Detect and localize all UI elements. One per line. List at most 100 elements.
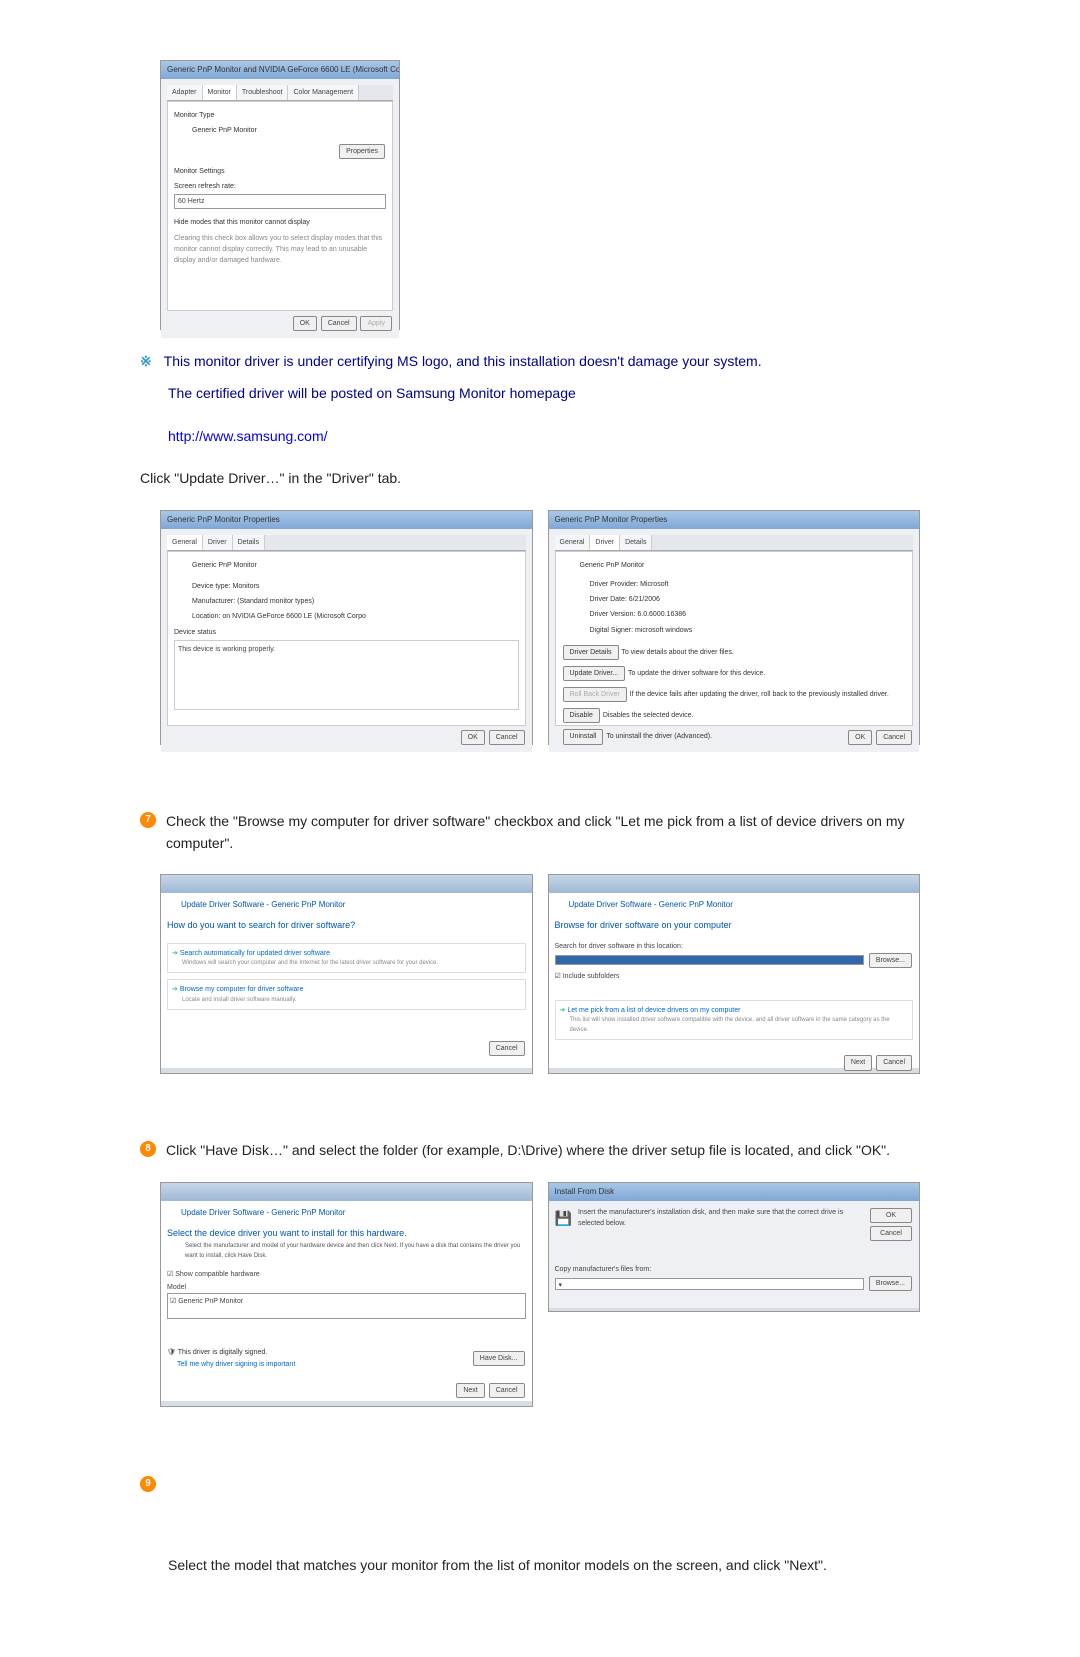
tab-color-management[interactable]: Color Management xyxy=(288,85,359,100)
wizard-heading: Select the device driver you want to ins… xyxy=(167,1226,526,1240)
driver-details-button[interactable]: Driver Details xyxy=(563,645,619,660)
properties-driver-dialog: Generic PnP Monitor Properties General D… xyxy=(548,510,921,745)
wizard-desc: Select the manufacturer and model of you… xyxy=(167,1242,526,1261)
note-marker: ※ xyxy=(140,350,154,372)
uninstall-desc: To uninstall the driver (Advanced). xyxy=(606,733,712,740)
dialog-tabs: Adapter Monitor Troubleshoot Color Manag… xyxy=(167,85,393,101)
tab-troubleshoot[interactable]: Troubleshoot xyxy=(237,85,289,100)
details-desc: To view details about the driver files. xyxy=(621,649,733,656)
hide-modes-desc: Clearing this check box allows you to se… xyxy=(174,231,386,269)
model-label: Model xyxy=(167,1282,526,1293)
tab-driver[interactable]: Driver xyxy=(590,535,620,550)
rollback-button[interactable]: Roll Back Driver xyxy=(563,687,627,702)
step-number-7: 7 xyxy=(140,812,156,828)
wizard-search-dialog: Update Driver Software - Generic PnP Mon… xyxy=(160,874,533,1074)
search-location-label: Search for driver software in this locat… xyxy=(555,941,914,952)
install-from-disk-dialog: Install From Disk 💾 Insert the manufactu… xyxy=(548,1182,921,1312)
browse-button[interactable]: Browse... xyxy=(869,1276,912,1291)
location-value: on NVIDIA GeForce 6600 LE (Microsoft Cor… xyxy=(222,613,366,620)
window-title: Generic PnP Monitor Properties xyxy=(161,511,532,529)
date-value: 6/21/2006 xyxy=(629,596,660,603)
window-title: Generic PnP Monitor Properties xyxy=(549,511,920,529)
opt-auto-search[interactable]: Search automatically for updated driver … xyxy=(180,950,330,957)
device-status-box: This device is working properly. xyxy=(174,640,519,710)
location-input[interactable] xyxy=(555,955,864,965)
wizard-heading: Browse for driver software on your compu… xyxy=(555,918,914,932)
ok-button[interactable]: OK xyxy=(461,730,485,745)
note-line2: The certified driver will be posted on S… xyxy=(168,382,920,404)
signer-value: microsoft windows xyxy=(635,627,692,634)
next-button[interactable]: Next xyxy=(844,1055,872,1070)
samsung-link[interactable]: http://www.samsung.com/ xyxy=(168,425,920,447)
signer-label: Digital Signer: xyxy=(590,627,634,634)
device-type-label: Device type: xyxy=(192,583,231,590)
device-name: Generic PnP Monitor xyxy=(174,558,519,573)
next-button[interactable]: Next xyxy=(456,1383,484,1398)
have-disk-button[interactable]: Have Disk... xyxy=(473,1351,525,1366)
update-driver-button[interactable]: Update Driver... xyxy=(563,666,626,681)
tab-driver[interactable]: Driver xyxy=(203,535,233,550)
refresh-rate-select[interactable]: 60 Hertz xyxy=(174,194,386,209)
ok-button[interactable]: OK xyxy=(848,730,872,745)
tab-details[interactable]: Details xyxy=(233,535,265,550)
wizard-browse-dialog: Update Driver Software - Generic PnP Mon… xyxy=(548,874,921,1074)
tab-general[interactable]: General xyxy=(555,535,591,550)
uninstall-button[interactable]: Uninstall xyxy=(563,729,604,744)
device-status-label: Device status xyxy=(174,625,519,640)
include-sub-checkbox[interactable]: ☑ Include subfolders xyxy=(555,971,914,982)
refresh-rate-label: Screen refresh rate: xyxy=(174,179,386,194)
disable-desc: Disables the selected device. xyxy=(603,712,694,719)
opt-pick-desc: This list will show installed driver sof… xyxy=(560,1016,909,1035)
cancel-button[interactable]: Cancel xyxy=(489,730,525,745)
wizard-breadcrumb: Update Driver Software - Generic PnP Mon… xyxy=(167,1207,526,1220)
monitor-settings-label: Monitor Settings xyxy=(174,164,386,179)
disk-icon: 💾 xyxy=(555,1207,572,1242)
properties-button[interactable]: Properties xyxy=(339,144,385,159)
copy-from-input[interactable]: ▾ xyxy=(555,1278,864,1290)
device-name: Generic PnP Monitor xyxy=(562,558,907,573)
install-disk-text: Insert the manufacturer's installation d… xyxy=(578,1207,863,1242)
step8-text: Click "Have Disk…" and select the folder… xyxy=(166,1139,890,1161)
provider-label: Driver Provider: xyxy=(590,581,639,588)
window-title: Install From Disk xyxy=(549,1183,920,1201)
device-type-value: Monitors xyxy=(232,583,259,590)
date-label: Driver Date: xyxy=(590,596,627,603)
show-compat-checkbox[interactable]: ☑ Show compatible hardware xyxy=(167,1269,526,1280)
ok-button[interactable]: OK xyxy=(293,316,317,331)
wizard-heading: How do you want to search for driver sof… xyxy=(167,918,526,932)
step-update-driver: Click "Update Driver…" in the "Driver" t… xyxy=(140,467,920,489)
tab-monitor[interactable]: Monitor xyxy=(203,85,237,100)
opt-pick-list[interactable]: Let me pick from a list of device driver… xyxy=(567,1007,740,1014)
model-list[interactable]: ☑ Generic PnP Monitor xyxy=(167,1293,526,1319)
cancel-button[interactable]: Cancel xyxy=(876,730,912,745)
ok-button[interactable]: OK xyxy=(870,1208,912,1223)
version-value: 6.0.6000.16386 xyxy=(637,611,686,618)
rollback-desc: If the device fails after updating the d… xyxy=(630,691,889,698)
wizard-breadcrumb: Update Driver Software - Generic PnP Mon… xyxy=(555,899,914,912)
hide-modes-checkbox[interactable]: Hide modes that this monitor cannot disp… xyxy=(174,215,386,230)
tab-adapter[interactable]: Adapter xyxy=(167,85,203,100)
provider-value: Microsoft xyxy=(640,581,668,588)
location-label: Location: xyxy=(192,613,220,620)
cancel-button[interactable]: Cancel xyxy=(489,1041,525,1056)
cancel-button[interactable]: Cancel xyxy=(489,1383,525,1398)
wizard-breadcrumb: Update Driver Software - Generic PnP Mon… xyxy=(167,899,526,912)
monitor-type-value: Generic PnP Monitor xyxy=(174,123,386,138)
manufacturer-label: Manufacturer: xyxy=(192,598,235,605)
tab-details[interactable]: Details xyxy=(620,535,652,550)
browse-button[interactable]: Browse... xyxy=(869,953,912,968)
properties-general-dialog: Generic PnP Monitor Properties General D… xyxy=(160,510,533,745)
cancel-button[interactable]: Cancel xyxy=(870,1226,912,1241)
disable-button[interactable]: Disable xyxy=(563,708,600,723)
tab-general[interactable]: General xyxy=(167,535,203,550)
monitor-properties-dialog: Generic PnP Monitor and NVIDIA GeForce 6… xyxy=(160,60,400,330)
signing-link[interactable]: Tell me why driver signing is important xyxy=(167,1359,295,1370)
opt-browse-desc: Locate and install driver software manua… xyxy=(172,996,521,1006)
signed-text: This driver is digitally signed. xyxy=(178,1349,267,1356)
opt-browse[interactable]: Browse my computer for driver software xyxy=(180,986,304,993)
cancel-button[interactable]: Cancel xyxy=(321,316,357,331)
cancel-button[interactable]: Cancel xyxy=(876,1055,912,1070)
apply-button[interactable]: Apply xyxy=(360,316,392,331)
opt-auto-desc: Windows will search your computer and th… xyxy=(172,959,521,969)
wizard-select-driver-dialog: Update Driver Software - Generic PnP Mon… xyxy=(160,1182,533,1407)
